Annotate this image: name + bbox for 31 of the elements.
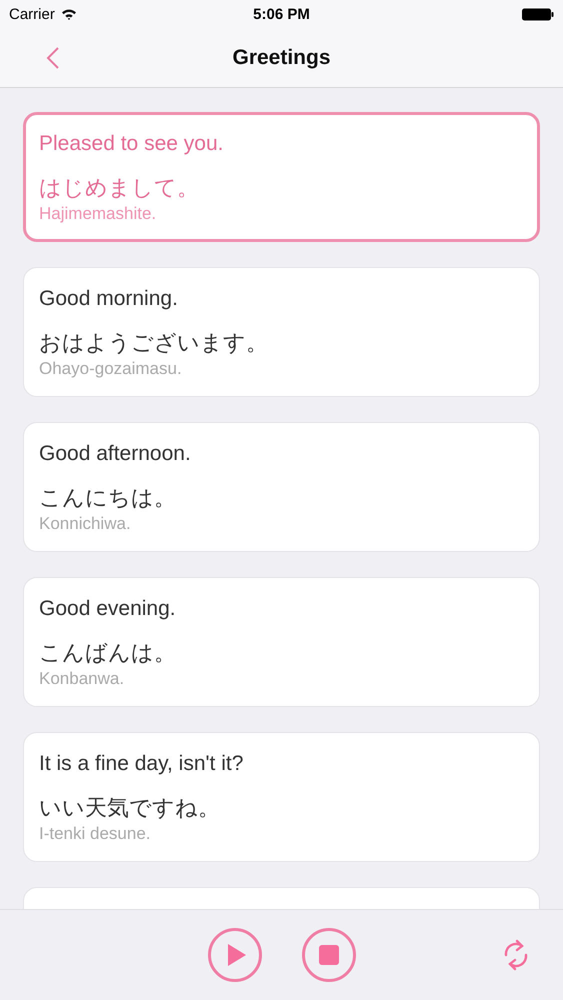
english-phrase: It is a fine day, isn't it? <box>39 751 244 777</box>
japanese-phrase: おはようございます。 <box>39 329 268 357</box>
back-chevron-icon <box>46 46 60 70</box>
japanese-phrase: こんにちは。 <box>39 484 176 512</box>
play-icon <box>226 943 246 967</box>
repeat-icon <box>503 938 529 972</box>
wifi-icon <box>60 8 77 20</box>
phrase-card[interactable]: It is a fine day, isn't it? いい天気ですね。 I-tenki desune. <box>23 732 540 862</box>
status-time: 5:06 PM <box>253 6 310 22</box>
japanese-phrase: はじめまして。 <box>39 174 199 202</box>
english-phrase: Good afternoon. <box>39 441 191 467</box>
english-phrase: Good evening. <box>39 596 176 622</box>
romaji-reading: Konbanwa. <box>39 669 124 689</box>
stop-icon <box>318 945 338 965</box>
japanese-phrase: こんばんは。 <box>39 639 176 667</box>
japanese-phrase: いい天気ですね。 <box>39 794 220 822</box>
romaji-reading: Ohayo-gozaimasu. <box>39 359 182 379</box>
phrase-card[interactable]: Good afternoon. こんにちは。 Konnichiwa. <box>23 422 540 552</box>
english-phrase: Pleased to see you. <box>39 131 224 157</box>
english-phrase: Good morning. <box>39 286 178 312</box>
carrier-label: Carrier <box>9 6 55 22</box>
romaji-reading: I-tenki desune. <box>39 824 151 844</box>
screen-title: Greetings <box>232 46 331 70</box>
phrase-card[interactable]: Good morning. おはようございます。 Ohayo-gozaimasu. <box>23 267 540 397</box>
romaji-reading: Hajimemashite. <box>39 204 156 224</box>
stop-button[interactable] <box>302 928 356 982</box>
repeat-button[interactable] <box>503 938 529 972</box>
phrase-card[interactable]: Good evening. こんばんは。 Konbanwa. <box>23 577 540 707</box>
battery-icon <box>522 8 554 20</box>
play-button[interactable] <box>208 928 262 982</box>
romaji-reading: Konnichiwa. <box>39 514 131 534</box>
